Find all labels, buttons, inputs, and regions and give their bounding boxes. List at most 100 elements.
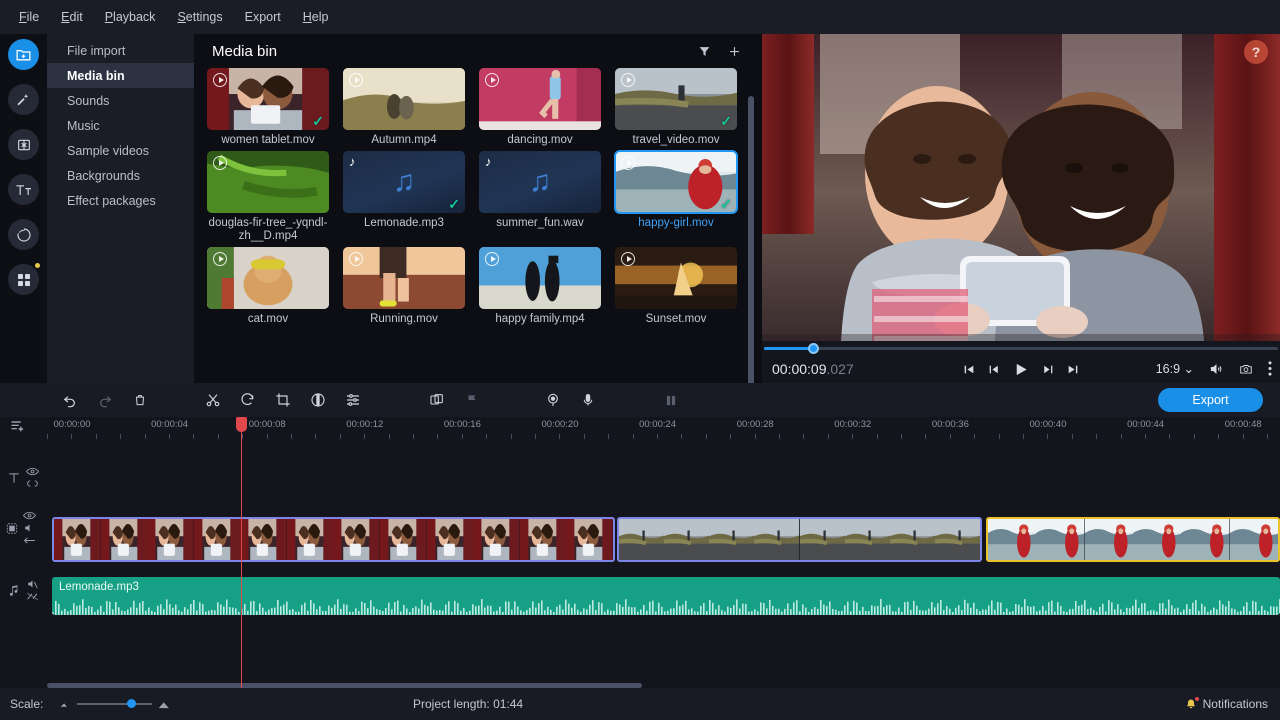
nav-item-music[interactable]: Music <box>47 113 194 138</box>
rail-item-import-media[interactable] <box>8 39 39 70</box>
media-bin-scrollbar[interactable] <box>748 96 754 383</box>
media-bin-item[interactable]: Autumn.mp4 <box>336 68 472 147</box>
notification-badge <box>1194 696 1199 701</box>
rail-item-titles[interactable] <box>8 174 39 205</box>
rotate-button[interactable] <box>230 383 265 417</box>
timeline-video-clip[interactable] <box>986 517 1280 562</box>
speaker-icon[interactable] <box>23 523 36 533</box>
timeline-clip-area[interactable]: Lemonade.mp3 <box>47 439 1280 688</box>
timeline-ruler[interactable]: 00:00:00 00:00:04 00:00:08 00:00:12 00:00:16… <box>0 417 1280 439</box>
track-header-audio[interactable] <box>0 579 47 601</box>
media-bin-item[interactable]: ♪✓Lemonade.mp3 <box>336 151 472 243</box>
scale-slider-handle[interactable] <box>127 699 136 708</box>
eye-icon[interactable] <box>26 467 39 476</box>
nav-item-file-import[interactable]: File import <box>47 38 194 63</box>
media-bin-item[interactable]: douglas-fir-tree_-yqndl-zh__D.mp4 <box>200 151 336 243</box>
filter-icon[interactable] <box>698 45 711 58</box>
menu-edit[interactable]: Edit <box>52 5 92 29</box>
speaker-icon[interactable] <box>26 579 39 589</box>
skip-end-icon[interactable] <box>1067 363 1080 376</box>
scale-slider-track[interactable] <box>77 699 152 708</box>
media-thumbnail[interactable] <box>343 68 465 130</box>
play-icon[interactable] <box>1013 361 1030 378</box>
seek-bar[interactable] <box>762 341 1280 355</box>
media-thumbnail[interactable] <box>207 247 329 309</box>
eye-icon[interactable] <box>23 511 36 520</box>
media-bin-item[interactable]: happy family.mp4 <box>472 247 608 326</box>
menu-help[interactable]: Help <box>294 5 338 29</box>
media-bin-item[interactable]: Sunset.mov <box>608 247 744 326</box>
properties-button[interactable] <box>335 383 370 417</box>
skip-start-icon[interactable] <box>963 363 976 376</box>
link-icon[interactable] <box>26 479 39 488</box>
timeline-video-clip[interactable] <box>617 517 982 562</box>
nav-item-sounds[interactable]: Sounds <box>47 88 194 113</box>
media-thumbnail[interactable]: ✓ <box>615 68 737 130</box>
freeze-frame-button[interactable] <box>653 383 688 417</box>
media-thumbnail[interactable] <box>207 151 329 213</box>
seek-handle[interactable] <box>808 343 819 354</box>
sticker-icon <box>16 227 32 243</box>
media-bin-item[interactable]: ✓ women tablet.mov <box>200 68 336 147</box>
playhead[interactable] <box>236 417 247 688</box>
nav-item-effect-packages[interactable]: Effect packages <box>47 188 194 213</box>
plus-icon[interactable] <box>727 44 742 59</box>
record-audio-button[interactable] <box>570 383 605 417</box>
split-button[interactable] <box>195 383 230 417</box>
media-bin-item[interactable]: ✓ travel_video.mov <box>608 68 744 147</box>
media-thumbnail[interactable]: ✓ <box>207 68 329 130</box>
undo-button[interactable] <box>52 383 87 417</box>
scale-slider[interactable] <box>60 699 171 709</box>
record-webcam-button[interactable] <box>535 383 570 417</box>
aspect-ratio-dropdown[interactable]: 16:9 ⌄ <box>1156 361 1194 376</box>
media-bin-item[interactable]: Running.mov <box>336 247 472 326</box>
track-header-video[interactable] <box>0 511 47 545</box>
media-thumbnail[interactable] <box>343 247 465 309</box>
marker-button[interactable] <box>454 383 489 417</box>
notifications-button[interactable]: Notifications <box>1185 696 1268 711</box>
volume-icon[interactable] <box>1208 362 1224 376</box>
media-bin-item[interactable]: ✓ happy-girl.mov <box>608 150 744 243</box>
media-bin-item[interactable]: ♪ summer_fun.wav <box>472 151 608 243</box>
rail-item-stickers[interactable] <box>8 219 39 250</box>
media-bin-item[interactable]: cat.mov <box>200 247 336 326</box>
rail-item-transitions[interactable] <box>8 129 39 160</box>
zoom-in-icon[interactable] <box>158 700 171 709</box>
redo-button[interactable] <box>87 383 122 417</box>
zoom-out-icon[interactable] <box>60 700 71 708</box>
transition-button[interactable] <box>419 383 454 417</box>
menu-settings[interactable]: Settings <box>168 5 231 29</box>
crop-button[interactable] <box>265 383 300 417</box>
menu-export[interactable]: Export <box>236 5 290 29</box>
export-button[interactable]: Export <box>1158 388 1263 412</box>
waveform-off-icon[interactable] <box>26 592 39 601</box>
timeline-video-clip[interactable] <box>52 517 615 562</box>
play-badge-icon <box>213 252 227 266</box>
step-back-icon[interactable] <box>988 363 1001 376</box>
nav-item-sample-videos[interactable]: Sample videos <box>47 138 194 163</box>
add-track-button[interactable] <box>9 418 26 434</box>
media-thumbnail[interactable] <box>479 68 601 130</box>
playhead-handle[interactable] <box>236 417 247 432</box>
rail-item-filters[interactable] <box>8 84 39 115</box>
media-thumbnail[interactable]: ✓ <box>614 150 738 214</box>
nav-item-backgrounds[interactable]: Backgrounds <box>47 163 194 188</box>
menu-playback[interactable]: Playback <box>96 5 165 29</box>
more-options-icon[interactable] <box>1268 361 1272 376</box>
help-button[interactable]: ? <box>1244 40 1268 64</box>
nav-item-media-bin[interactable]: Media bin <box>47 63 194 88</box>
arrow-left-icon[interactable] <box>23 536 36 545</box>
media-thumbnail[interactable]: ♪ <box>479 151 601 213</box>
media-thumbnail[interactable] <box>479 247 601 309</box>
media-thumbnail[interactable]: ♪✓ <box>343 151 465 213</box>
rail-item-more-tools[interactable] <box>8 263 40 295</box>
media-bin-item[interactable]: dancing.mov <box>472 68 608 147</box>
step-forward-icon[interactable] <box>1042 363 1055 376</box>
track-header-title[interactable] <box>0 467 47 488</box>
color-adjust-button[interactable] <box>300 383 335 417</box>
snapshot-icon[interactable] <box>1238 362 1254 376</box>
timeline-audio-clip[interactable]: Lemonade.mp3 <box>52 577 1280 615</box>
media-thumbnail[interactable] <box>615 247 737 309</box>
delete-button[interactable] <box>122 383 157 417</box>
menu-file[interactable]: FFileile <box>10 5 48 29</box>
